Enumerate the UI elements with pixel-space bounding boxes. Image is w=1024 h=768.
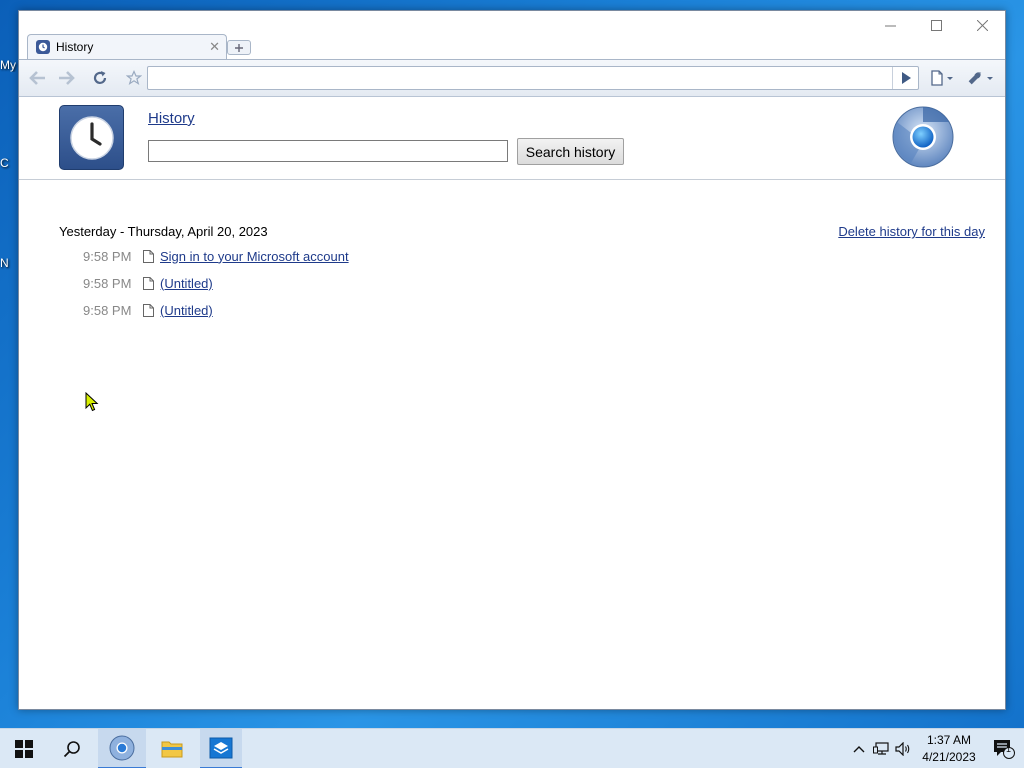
entry-link[interactable]: Sign in to your Microsoft account <box>160 249 349 264</box>
notification-icon <box>994 740 1015 759</box>
star-icon <box>126 70 142 85</box>
clock-time: 1:37 AM <box>926 733 972 747</box>
chevron-up-icon <box>853 746 865 753</box>
minimize-button[interactable] <box>867 11 913 39</box>
tab-title: History <box>56 40 94 54</box>
maximize-icon <box>930 19 942 31</box>
history-clock-logo <box>59 105 124 170</box>
taskbar-file-explorer-button[interactable] <box>148 729 196 768</box>
chromium-logo-icon <box>892 106 954 168</box>
taskbar: 1:37 AM 4/21/2023 1 <box>0 728 1024 768</box>
notification-count-badge: 1 <box>1006 744 1012 754</box>
show-hidden-icons-button[interactable] <box>848 729 870 768</box>
play-icon <box>901 72 911 84</box>
taskbar-chromium-button[interactable] <box>98 729 146 768</box>
speaker-icon <box>895 742 910 756</box>
page-icon <box>143 276 154 290</box>
reload-button[interactable] <box>87 66 113 90</box>
address-bar[interactable] <box>147 66 919 90</box>
wrench-menu-button[interactable] <box>967 66 997 90</box>
entry-time: 9:58 PM <box>83 302 132 318</box>
delete-history-link[interactable]: Delete history for this day <box>838 224 985 239</box>
browser-toolbar <box>19 59 1005 97</box>
close-icon <box>976 19 988 31</box>
desktop-icon-label-my[interactable]: My <box>0 58 20 72</box>
window-controls <box>867 11 1005 39</box>
app-window-icon <box>209 737 233 759</box>
tab-history[interactable]: History ✕ <box>27 34 227 59</box>
tab-close-icon[interactable]: ✕ <box>209 39 220 55</box>
history-header: History Search history <box>19 97 1005 180</box>
folder-icon <box>161 741 183 758</box>
close-window-button[interactable] <box>959 11 1005 39</box>
taskbar-clock[interactable]: 1:37 AM 4/21/2023 <box>914 732 984 766</box>
search-history-button[interactable]: Search history <box>517 138 624 165</box>
entry-link[interactable]: (Untitled) <box>160 276 213 291</box>
history-page: History Search history Yesterday - Thurs… <box>19 97 1005 709</box>
page-icon <box>143 303 154 317</box>
back-button[interactable] <box>25 66 51 90</box>
desktop-icon-label-c[interactable]: C <box>0 156 20 170</box>
entry-time: 9:58 PM <box>83 248 132 264</box>
history-entry: 9:58 PM (Untitled) <box>83 301 213 319</box>
network-button[interactable] <box>870 729 892 768</box>
history-entry: 9:58 PM (Untitled) <box>83 274 213 292</box>
chromium-icon <box>109 735 135 761</box>
start-button[interactable] <box>0 729 48 768</box>
history-entry: 9:58 PM Sign in to your Microsoft accoun… <box>83 247 349 265</box>
mouse-cursor-icon <box>85 392 99 412</box>
maximize-button[interactable] <box>913 11 959 39</box>
clock-date: 4/21/2023 <box>922 750 976 764</box>
minimize-icon <box>884 25 896 26</box>
system-tray: 1:37 AM 4/21/2023 1 <box>848 729 1024 768</box>
page-menu-button[interactable] <box>929 66 957 90</box>
clock-icon <box>36 40 50 54</box>
go-button[interactable] <box>892 67 918 89</box>
search-history-input[interactable] <box>148 140 508 162</box>
taskbar-search-button[interactable] <box>48 729 96 768</box>
search-icon <box>63 741 80 758</box>
back-arrow-icon <box>29 71 45 85</box>
volume-button[interactable] <box>892 729 914 768</box>
new-tab-button[interactable] <box>227 40 251 55</box>
windows-logo-icon <box>15 740 33 758</box>
reload-icon <box>93 71 107 84</box>
clock-icon <box>69 115 114 160</box>
network-icon <box>873 742 889 755</box>
forward-button[interactable] <box>53 66 79 90</box>
page-menu-icon <box>931 70 953 86</box>
wrench-icon <box>968 72 993 85</box>
action-center-button[interactable]: 1 <box>984 729 1024 768</box>
page-icon <box>143 249 154 263</box>
entry-link[interactable]: (Untitled) <box>160 303 213 318</box>
day-heading: Yesterday - Thursday, April 20, 2023 <box>59 224 268 239</box>
forward-arrow-icon <box>59 71 75 85</box>
page-title[interactable]: History <box>148 110 195 127</box>
entry-time: 9:58 PM <box>83 275 132 291</box>
taskbar-app-button[interactable] <box>200 729 242 768</box>
plus-icon <box>235 43 243 52</box>
address-input[interactable] <box>148 67 918 89</box>
browser-window: History ✕ History Search history Yesterd… <box>18 10 1006 710</box>
bookmark-star-button[interactable] <box>121 66 147 90</box>
desktop-icon-label-n[interactable]: N <box>0 256 20 270</box>
